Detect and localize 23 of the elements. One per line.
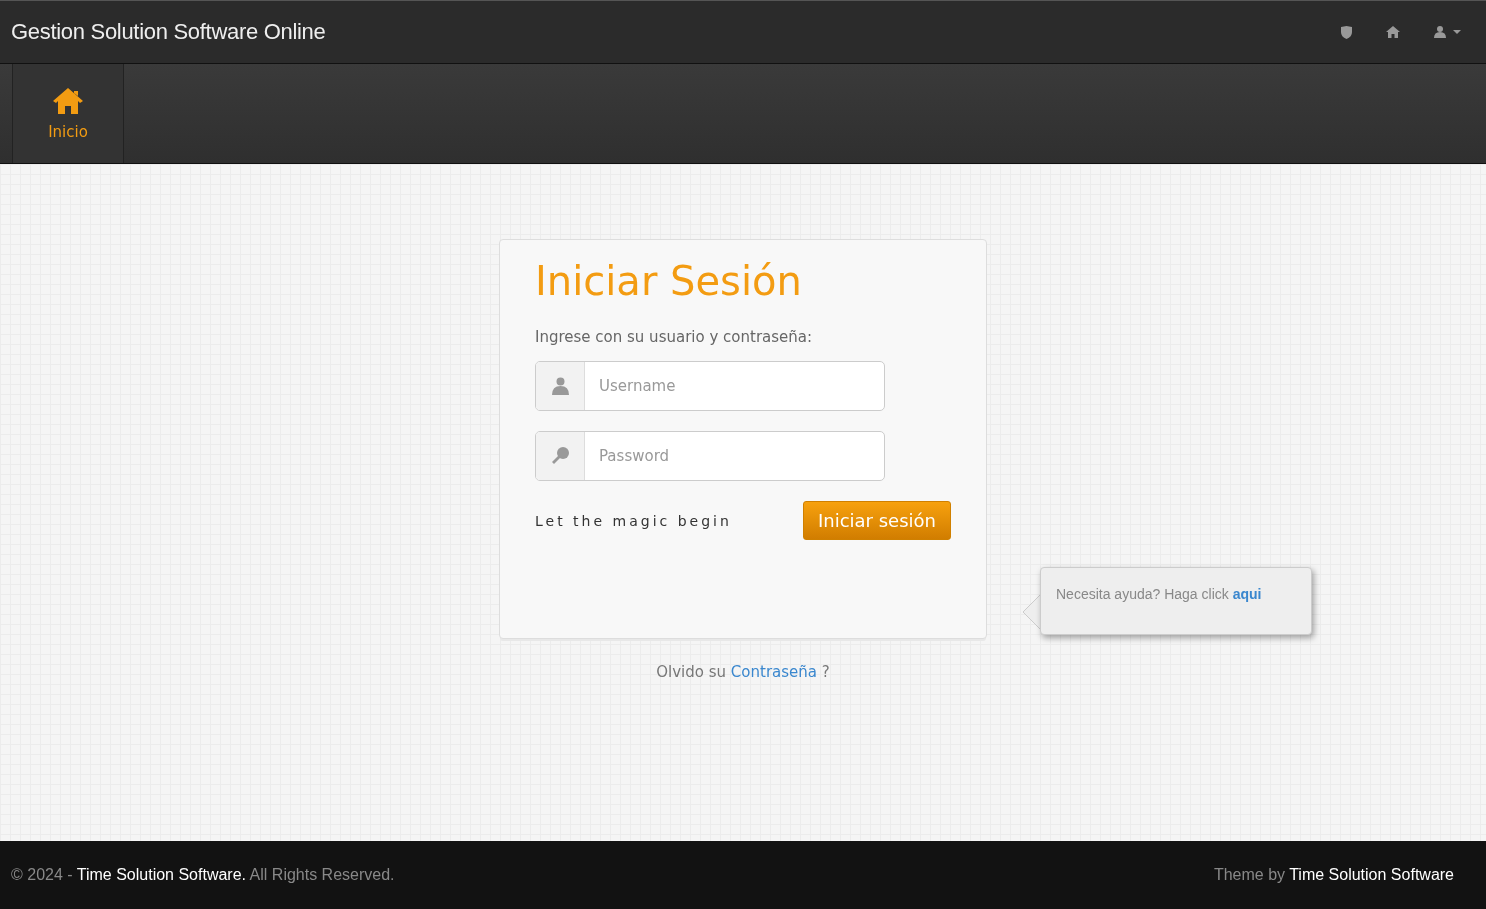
user-icon — [551, 377, 569, 395]
password-input[interactable]: Password — [585, 432, 884, 480]
company-link[interactable]: Time Solution Software. — [76, 866, 247, 883]
tooltip-pointer — [1022, 594, 1042, 630]
copyright-text: © 2024 - Time Solution Software. All Rights Reserved. — [11, 866, 395, 884]
password-field[interactable]: Password — [535, 431, 885, 481]
help-link[interactable]: aqui — [1232, 586, 1262, 602]
password-link[interactable]: Contraseña — [730, 663, 817, 681]
app-title: Gestion Solution Software Online — [11, 19, 326, 45]
nav-tab[interactable]: Inicio — [12, 64, 124, 163]
key-icon — [551, 447, 569, 465]
forgot-password-text: Olvido su Contraseña ? — [656, 663, 830, 681]
username-input[interactable]: Username — [585, 362, 884, 410]
company-link[interactable]: Time Solution Software — [1289, 866, 1454, 883]
login-subtitle: Ingrese con su usuario y contraseña: — [535, 328, 814, 346]
user-menu-button[interactable] — [1434, 26, 1462, 38]
tagline: Let the magic begin — [535, 512, 732, 529]
shield-icon[interactable] — [1341, 25, 1352, 39]
theme-credit-text: Theme by Time Solution Software — [1213, 866, 1454, 884]
login-title: Iniciar Sesión — [535, 258, 803, 304]
username-field[interactable]: Username — [535, 361, 885, 411]
home-icon — [52, 86, 84, 115]
home-icon[interactable] — [1386, 26, 1400, 38]
